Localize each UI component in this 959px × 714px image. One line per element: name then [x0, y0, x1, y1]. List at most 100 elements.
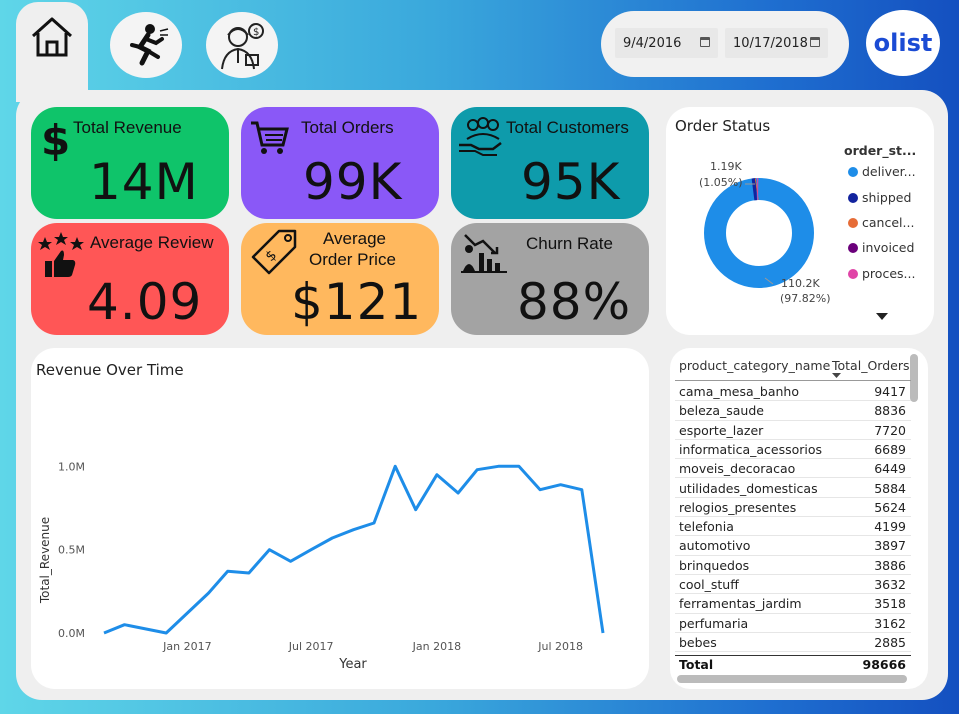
revenue-data-point[interactable]	[225, 568, 231, 574]
svg-text:$: $	[41, 117, 69, 161]
kpi-average-order-price: $ Average Order Price $121	[241, 223, 439, 335]
total-label: Total	[679, 657, 714, 672]
svg-text:$: $	[253, 27, 259, 38]
legend-dot	[848, 242, 858, 253]
kpi-value: $121	[291, 273, 423, 331]
legend-dot	[848, 268, 858, 279]
revenue-data-point[interactable]	[413, 507, 419, 513]
revenue-data-point[interactable]	[351, 527, 357, 533]
table-row[interactable]: esporte_lazer 7720	[675, 421, 911, 440]
legend-item-delivered[interactable]: deliver...	[848, 164, 916, 179]
start-date-input[interactable]: 9/4/2016	[615, 28, 718, 58]
revenue-data-point[interactable]	[266, 547, 272, 553]
x-tick-label: Jan 2018	[412, 640, 461, 653]
kpi-total-customers: Total Customers 95K	[451, 107, 649, 219]
donut-label-big-value: 110.2K	[781, 277, 820, 290]
revenue-data-point[interactable]	[101, 630, 107, 636]
revenue-data-point[interactable]	[371, 520, 377, 526]
kpi-value: 99K	[303, 153, 403, 211]
svg-text:$: $	[263, 247, 281, 265]
revenue-data-point[interactable]	[495, 463, 501, 469]
table-horizontal-scrollbar[interactable]	[677, 675, 907, 683]
triangle-down-icon[interactable]	[876, 313, 888, 321]
table-row[interactable]: perfumaria 3162	[675, 614, 911, 633]
revenue-series-line[interactable]	[103, 464, 605, 635]
x-axis-label: Year	[338, 657, 367, 672]
seller-page-button[interactable]: $	[206, 12, 278, 78]
home-button[interactable]	[16, 4, 88, 70]
kpi-label-line1: Average	[323, 229, 387, 248]
revenue-data-point[interactable]	[434, 472, 440, 478]
table-row[interactable]: cama_mesa_banho 9417	[675, 382, 911, 402]
revenue-data-point[interactable]	[206, 590, 212, 596]
column-header-category[interactable]: product_category_name	[679, 358, 830, 373]
table-row[interactable]: brinquedos 3886	[675, 556, 911, 575]
end-date-input[interactable]: 10/17/2018	[725, 28, 828, 58]
row-total-orders: 6449	[874, 461, 906, 477]
row-category: telefonia	[679, 519, 734, 535]
table-row[interactable]: bebes 2885	[675, 633, 911, 653]
price-tag-icon: $	[251, 229, 297, 275]
kpi-label: Average Review	[90, 233, 214, 252]
donut-leader-lines	[745, 183, 774, 285]
legend-dot	[848, 166, 858, 177]
sort-descending-icon[interactable]	[832, 373, 842, 379]
revenue-data-point[interactable]	[184, 610, 190, 616]
revenue-data-point[interactable]	[288, 558, 294, 564]
table-vertical-scrollbar[interactable]	[910, 354, 918, 402]
y-tick-label: 0.5M	[58, 544, 85, 557]
row-category: moveis_decoracao	[679, 461, 796, 477]
table-row[interactable]: ferramentas_jardim 3518	[675, 594, 911, 614]
end-date-value: 10/17/2018	[733, 35, 808, 51]
donut-label-big-pct: (97.82%)	[780, 292, 831, 305]
kpi-value: 88%	[517, 273, 632, 331]
customers-hand-icon	[459, 117, 502, 156]
table-row[interactable]: moveis_decoracao 6449	[675, 459, 911, 479]
revenue-data-point[interactable]	[392, 463, 398, 469]
table-row[interactable]: cool_stuff 3632	[675, 575, 911, 595]
kpi-label: Total Customers	[506, 118, 629, 137]
legend-item-invoiced[interactable]: invoiced	[848, 240, 914, 255]
revenue-data-point[interactable]	[163, 630, 169, 636]
start-date-value: 9/4/2016	[623, 35, 682, 51]
table-row[interactable]: relogios_presentes 5624	[675, 498, 911, 518]
table-row[interactable]: utilidades_domesticas 5884	[675, 479, 911, 498]
revenue-line-chart[interactable]: Total_Revenue Year 0.0M 0.5M 1.0M Jan 2017 J…	[31, 348, 649, 689]
table-row[interactable]: automotivo 3897	[675, 536, 911, 556]
row-total-orders: 3518	[874, 596, 906, 612]
legend-item-processing[interactable]: proces...	[848, 266, 915, 281]
table-row[interactable]: informatica_acessorios 6689	[675, 440, 911, 460]
revenue-data-point[interactable]	[455, 490, 461, 496]
revenue-data-point[interactable]	[329, 535, 335, 541]
column-header-total-orders[interactable]: Total_Orders	[832, 358, 909, 373]
table-row[interactable]: beleza_saude 8836	[675, 401, 911, 421]
shopping-cart-icon	[251, 121, 289, 154]
revenue-data-point[interactable]	[246, 570, 252, 576]
legend-item-canceled[interactable]: cancel...	[848, 215, 914, 230]
legend-item-shipped[interactable]: shipped	[848, 190, 911, 205]
legend-label: deliver...	[862, 164, 916, 179]
donut-label-small-pct: (1.05%)	[699, 176, 743, 189]
calendar-icon	[700, 37, 710, 47]
revenue-data-point[interactable]	[558, 482, 564, 488]
revenue-data-point[interactable]	[579, 487, 585, 493]
revenue-data-point[interactable]	[122, 622, 128, 628]
revenue-data-point[interactable]	[516, 463, 522, 469]
table-row[interactable]: telefonia 4199	[675, 517, 911, 537]
running-person-icon	[130, 24, 169, 66]
kpi-label: Total Orders	[301, 118, 394, 137]
kpi-value: 4.09	[87, 273, 203, 331]
revenue-data-point[interactable]	[308, 547, 314, 553]
row-total-orders: 5884	[874, 480, 906, 496]
row-total-orders: 3886	[874, 557, 906, 573]
revenue-data-point[interactable]	[474, 467, 480, 473]
revenue-data-point[interactable]	[537, 487, 543, 493]
total-divider	[675, 655, 911, 656]
kpi-label-line2: Order Price	[309, 250, 396, 269]
row-category: relogios_presentes	[679, 499, 797, 515]
row-category: bebes	[679, 634, 717, 650]
revenue-data-point[interactable]	[600, 630, 606, 636]
total-value: 98666	[862, 657, 907, 672]
row-category: cama_mesa_banho	[679, 384, 799, 399]
churn-page-button[interactable]	[110, 12, 182, 78]
